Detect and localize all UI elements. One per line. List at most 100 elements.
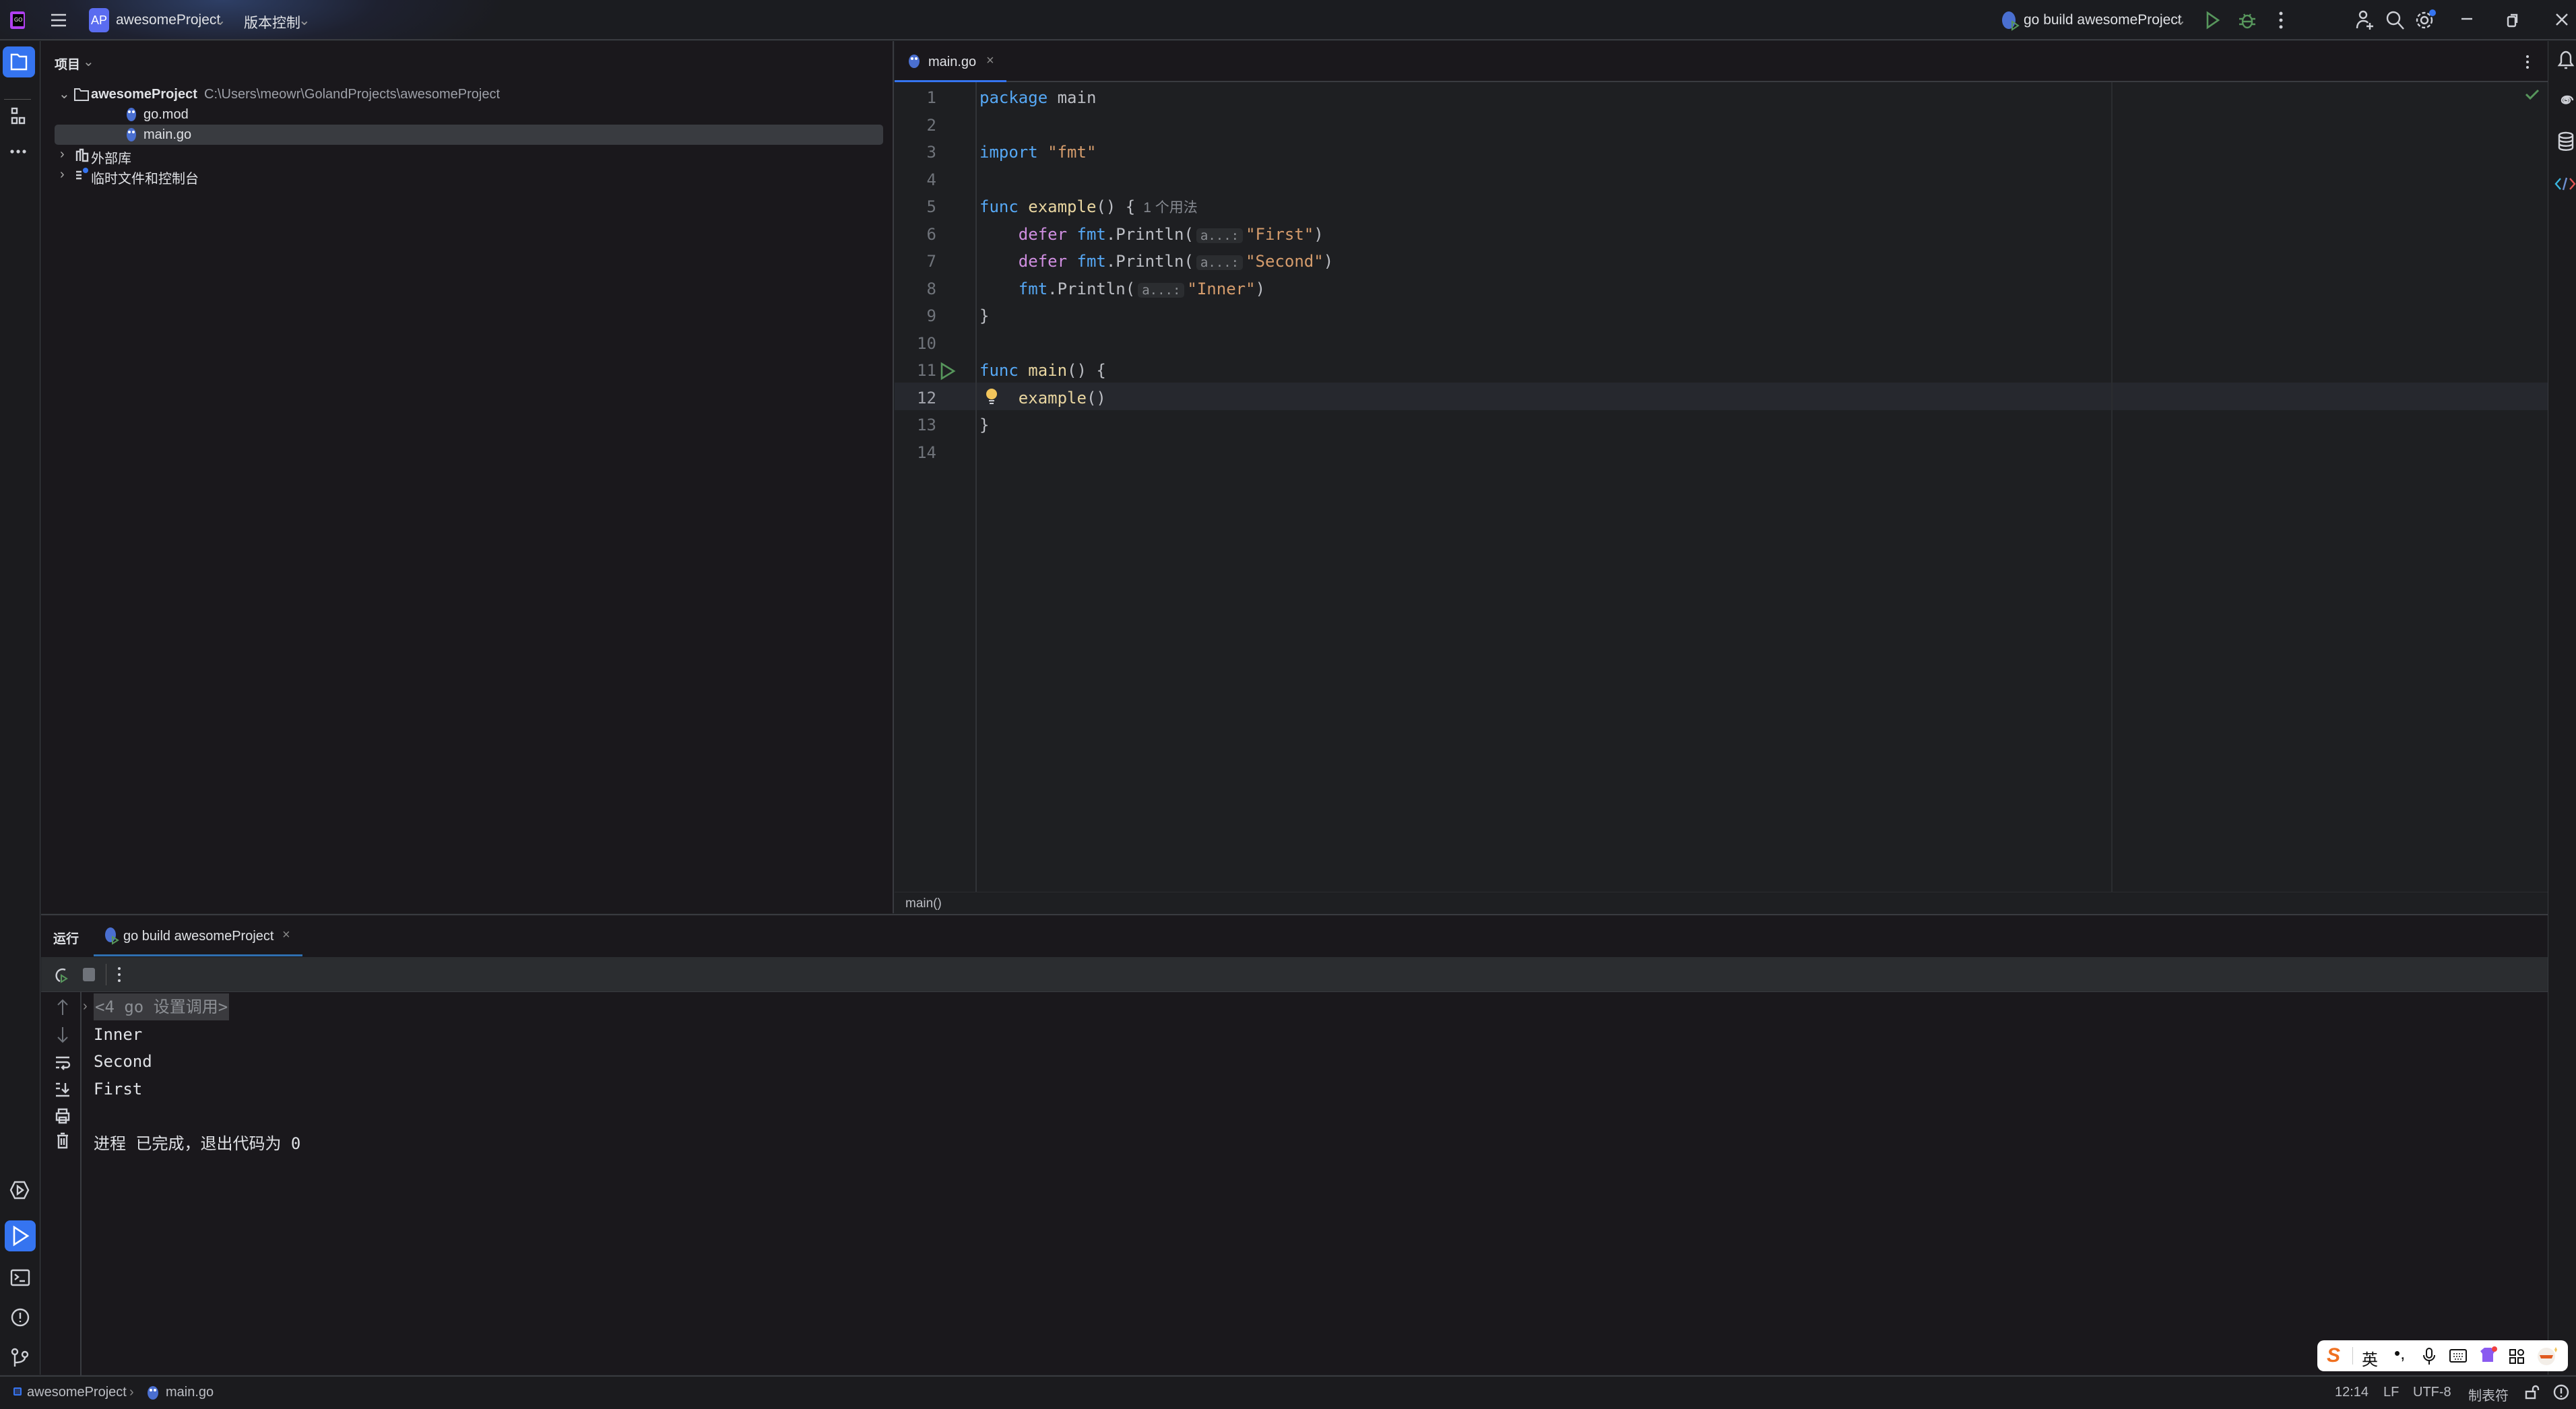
project-switcher[interactable]: awesomeProject bbox=[116, 12, 220, 28]
project-panel-title[interactable]: 项目 bbox=[55, 55, 80, 73]
status-breadcrumb-file[interactable]: main.go bbox=[166, 1385, 214, 1400]
close-tab-icon[interactable]: × bbox=[282, 927, 290, 943]
code-line[interactable]: import "fmt" bbox=[979, 139, 1096, 166]
code-line[interactable]: defer fmt.Println(a...: "Second") bbox=[979, 248, 1333, 275]
settings-icon[interactable] bbox=[2414, 8, 2437, 31]
structure-icon[interactable] bbox=[11, 107, 26, 126]
apps-grid-icon[interactable] bbox=[2509, 1348, 2525, 1365]
breadcrumb-item[interactable]: main() bbox=[905, 896, 942, 911]
project-tool-button[interactable] bbox=[3, 46, 35, 77]
console-command-line: <4 go 设置调用> bbox=[94, 993, 230, 1020]
file-encoding[interactable]: UTF-8 bbox=[2413, 1385, 2451, 1400]
ai-assistant-spiral-icon[interactable] bbox=[2556, 91, 2575, 110]
terminal-icon[interactable] bbox=[10, 1268, 30, 1287]
skin-shirt-icon[interactable] bbox=[2479, 1346, 2498, 1365]
chevron-down-icon: ⌄ bbox=[2175, 13, 2187, 28]
close-window-icon[interactable] bbox=[2554, 12, 2569, 27]
more-tools-icon[interactable] bbox=[9, 149, 27, 154]
code-line[interactable]: defer fmt.Println(a...: "First") bbox=[979, 221, 1324, 248]
run-icon[interactable] bbox=[2205, 11, 2220, 30]
tree-item-project-root[interactable]: ⌄ awesomeProject C:\Users\meowr\GolandPr… bbox=[55, 84, 883, 104]
project-badge[interactable]: AP bbox=[89, 8, 109, 32]
tree-item-scratches[interactable]: › 临时文件和控制台 bbox=[55, 165, 883, 187]
print-icon[interactable] bbox=[55, 1108, 71, 1124]
keyboard-icon[interactable] bbox=[2449, 1348, 2467, 1363]
code-token: example bbox=[1028, 197, 1097, 216]
run-toolbar bbox=[41, 957, 2548, 992]
code-with-me-icon[interactable] bbox=[2554, 176, 2576, 192]
services-icon[interactable] bbox=[9, 1181, 30, 1200]
title-bar: GO AP awesomeProject ⌄ 版本控制 ⌄ go build a… bbox=[0, 0, 2576, 40]
goland-logo-icon[interactable]: GO bbox=[9, 11, 26, 30]
line-separator[interactable]: LF bbox=[2383, 1385, 2399, 1400]
caret-position[interactable]: 12:14 bbox=[2335, 1385, 2369, 1400]
scroll-down-icon[interactable] bbox=[56, 1026, 69, 1045]
tree-item-label: 外部库 bbox=[91, 152, 131, 166]
close-tab-icon[interactable]: × bbox=[986, 53, 994, 69]
code-token: () { bbox=[1096, 197, 1136, 216]
search-icon[interactable] bbox=[2385, 9, 2405, 31]
clear-trash-icon[interactable] bbox=[56, 1132, 69, 1150]
scroll-up-icon[interactable] bbox=[56, 997, 69, 1016]
rerun-icon[interactable] bbox=[52, 966, 69, 984]
console-gutter-divider bbox=[80, 992, 82, 1376]
code-token: func bbox=[979, 197, 1019, 216]
line-number: 12 bbox=[917, 388, 936, 407]
expand-chevron-icon[interactable]: › bbox=[83, 999, 88, 1014]
tree-item-go-mod[interactable]: go.mod bbox=[87, 104, 882, 125]
more-vertical-icon[interactable] bbox=[117, 966, 122, 983]
parameter-hint: a...: bbox=[1196, 228, 1244, 243]
run-config-selector[interactable]: go build awesomeProject bbox=[2024, 12, 2182, 28]
code-token: defer bbox=[1018, 252, 1068, 271]
tree-item-external-libraries[interactable]: › 外部库 bbox=[55, 145, 883, 166]
status-breadcrumb-project[interactable]: awesomeProject bbox=[27, 1385, 127, 1400]
add-user-icon[interactable] bbox=[2355, 9, 2375, 31]
tree-item-main-go[interactable]: main.go bbox=[55, 125, 883, 145]
scroll-to-end-icon[interactable] bbox=[55, 1081, 71, 1097]
stop-icon[interactable] bbox=[83, 968, 95, 981]
restore-icon[interactable] bbox=[2506, 12, 2519, 28]
run-tab[interactable]: go build awesomeProject × bbox=[94, 915, 302, 956]
ime-language-toggle[interactable]: 英 bbox=[2362, 1346, 2378, 1370]
unlock-icon[interactable] bbox=[2525, 1385, 2540, 1400]
vcs-menu[interactable]: 版本控制 bbox=[244, 12, 300, 32]
microphone-icon[interactable] bbox=[2422, 1347, 2436, 1366]
main-menu-icon[interactable] bbox=[50, 12, 67, 28]
debug-icon[interactable] bbox=[2238, 11, 2257, 30]
go-file-icon bbox=[148, 1386, 158, 1400]
usages-hint[interactable]: 1 个用法 bbox=[1143, 200, 1198, 216]
code-line[interactable]: fmt.Println(a...: "Inner") bbox=[979, 275, 1265, 302]
sogou-logo-icon[interactable]: S bbox=[2327, 1344, 2340, 1367]
git-icon[interactable] bbox=[11, 1348, 30, 1368]
run-tool-button[interactable] bbox=[5, 1220, 36, 1251]
code-line[interactable]: } bbox=[979, 302, 989, 329]
parameter-hint: a...: bbox=[1196, 255, 1244, 270]
indent-setting[interactable]: 制表符 bbox=[2468, 1385, 2509, 1404]
chevron-down-icon: ⌄ bbox=[214, 13, 226, 28]
database-icon[interactable] bbox=[2556, 131, 2575, 152]
soft-wrap-icon[interactable] bbox=[55, 1055, 71, 1070]
code-line[interactable]: func main() { bbox=[979, 357, 1106, 384]
code-token: fmt bbox=[1076, 224, 1106, 244]
problems-status-icon[interactable] bbox=[2553, 1384, 2569, 1400]
tab-main-go[interactable]: main.go × bbox=[895, 41, 1006, 82]
code-line[interactable]: package main bbox=[979, 84, 1096, 111]
code-line[interactable]: } bbox=[979, 412, 989, 438]
assistant-avatar-icon[interactable] bbox=[2537, 1346, 2558, 1366]
more-vertical-icon[interactable] bbox=[2525, 55, 2530, 69]
more-vertical-icon[interactable] bbox=[2278, 11, 2284, 30]
minimize-icon[interactable] bbox=[2460, 18, 2474, 20]
code-token: ) bbox=[1314, 224, 1324, 244]
run-gutter-icon[interactable] bbox=[939, 361, 957, 381]
module-icon bbox=[13, 1387, 22, 1396]
code-line[interactable]: example() bbox=[979, 385, 1106, 412]
notifications-bell-icon[interactable] bbox=[2556, 51, 2575, 71]
problems-icon[interactable] bbox=[10, 1307, 30, 1328]
code-line[interactable]: func example() { 1 个用法 bbox=[979, 193, 1198, 220]
code-token: "fmt" bbox=[1048, 143, 1097, 162]
tree-item-label: main.go bbox=[143, 127, 192, 142]
punctuation-icon[interactable]: •, bbox=[2394, 1343, 2405, 1364]
line-number: 13 bbox=[917, 416, 936, 434]
code-token: example bbox=[1018, 388, 1087, 407]
